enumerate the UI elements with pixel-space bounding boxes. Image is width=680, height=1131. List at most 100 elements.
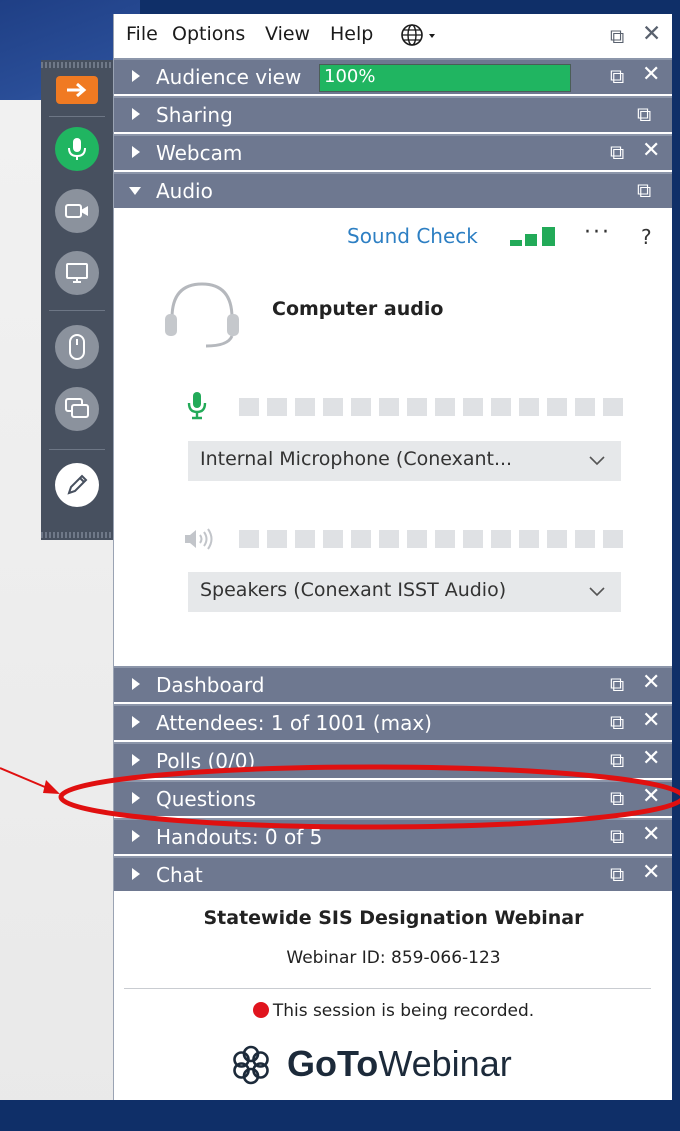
- speakers-select-value: Speakers (Conexant ISST Audio): [200, 579, 507, 601]
- popout-icon[interactable]: ⧉: [610, 748, 624, 772]
- section-questions[interactable]: Questions ⧉ ✕: [114, 780, 673, 816]
- popout-icon[interactable]: ⧉: [610, 672, 624, 696]
- menu-view[interactable]: View: [265, 23, 310, 45]
- toolbar-divider: [49, 116, 105, 117]
- close-icon[interactable]: ✕: [642, 670, 660, 695]
- popout-icon[interactable]: ⧉: [610, 862, 624, 886]
- section-chat[interactable]: Chat ⧉ ✕: [114, 856, 673, 892]
- expand-triangle-icon[interactable]: [132, 868, 140, 880]
- section-label: Handouts: 0 of 5: [156, 825, 323, 849]
- webinar-info-footer: Statewide SIS Designation Webinar Webina…: [114, 891, 673, 1100]
- collapse-panel-button[interactable]: [56, 76, 98, 104]
- audio-panel: Sound Check ··· ? Computer audio Interna…: [114, 210, 673, 666]
- section-dashboard[interactable]: Dashboard ⧉ ✕: [114, 666, 673, 702]
- microphone-icon: [187, 392, 207, 420]
- mouse-icon: [69, 334, 85, 360]
- keyboard-mouse-control-button[interactable]: [55, 325, 99, 369]
- popout-icon[interactable]: ⧉: [610, 64, 624, 88]
- microphone-icon: [68, 138, 86, 160]
- language-menu[interactable]: [399, 22, 445, 52]
- headset-icon: [165, 282, 239, 348]
- expand-triangle-icon[interactable]: [132, 146, 140, 158]
- section-label: Polls (0/0): [156, 749, 256, 773]
- popout-icon[interactable]: ⧉: [637, 102, 651, 126]
- audio-mode-label: Computer audio: [272, 298, 444, 320]
- section-handouts[interactable]: Handouts: 0 of 5 ⧉ ✕: [114, 818, 673, 854]
- recording-dot-icon: [252, 1002, 269, 1018]
- close-icon[interactable]: ✕: [642, 784, 660, 809]
- close-icon[interactable]: ✕: [642, 21, 661, 47]
- toolbar-grip-top[interactable]: [41, 62, 113, 68]
- popout-icon[interactable]: ⧉: [637, 178, 651, 202]
- more-options-button[interactable]: ···: [584, 220, 611, 245]
- expand-triangle-icon[interactable]: [132, 792, 140, 804]
- popout-icon[interactable]: ⧉: [610, 824, 624, 848]
- chat-bubbles-icon: [65, 398, 89, 418]
- screen-share-button[interactable]: [55, 251, 99, 295]
- popout-icon[interactable]: ⧉: [610, 710, 624, 734]
- chevron-down-icon: [589, 456, 605, 466]
- chevron-down-icon: [589, 587, 605, 597]
- globe-icon: [401, 24, 435, 46]
- toolbar-grip-bottom[interactable]: [41, 532, 113, 538]
- menu-bar: File Options View Help ⧉ ✕: [114, 14, 673, 58]
- close-icon[interactable]: ✕: [642, 746, 660, 771]
- section-label: Sharing: [156, 103, 233, 127]
- logo-text-regular: Webinar: [378, 1043, 512, 1084]
- window-edge: [672, 0, 680, 1131]
- close-icon[interactable]: ✕: [642, 62, 660, 87]
- drawing-tools-button[interactable]: [55, 463, 99, 507]
- expand-triangle-icon[interactable]: [132, 678, 140, 690]
- collapse-triangle-icon[interactable]: [129, 187, 141, 195]
- sound-check-link[interactable]: Sound Check: [347, 224, 478, 248]
- microphone-button[interactable]: [55, 127, 99, 171]
- webinar-id: Webinar ID: 859-066-123: [286, 948, 501, 968]
- section-label: Webcam: [156, 141, 243, 165]
- expand-triangle-icon[interactable]: [132, 716, 140, 728]
- section-label: Questions: [156, 787, 256, 811]
- close-icon[interactable]: ✕: [642, 708, 660, 733]
- audio-help-button[interactable]: ?: [641, 225, 652, 249]
- speakers-select[interactable]: Speakers (Conexant ISST Audio): [188, 572, 621, 612]
- audience-view-percent: 100%: [324, 66, 376, 87]
- recording-text: This session is being recorded.: [272, 1001, 535, 1021]
- section-audio[interactable]: Audio ⧉: [114, 172, 673, 208]
- expand-triangle-icon[interactable]: [132, 70, 140, 82]
- close-icon[interactable]: ✕: [642, 822, 660, 847]
- close-icon[interactable]: ✕: [642, 138, 660, 163]
- popout-icon[interactable]: ⧉: [610, 786, 624, 810]
- toolbar-divider: [49, 449, 105, 450]
- menu-file[interactable]: File: [126, 23, 158, 45]
- window-edge: [0, 1100, 680, 1131]
- chat-bubbles-button[interactable]: [55, 387, 99, 431]
- section-polls[interactable]: Polls (0/0) ⧉ ✕: [114, 742, 673, 778]
- toolbar-divider: [49, 310, 105, 311]
- pen-icon: [67, 474, 88, 495]
- screen-share-icon: [66, 263, 88, 283]
- speaker-icon: [185, 528, 213, 550]
- section-label: Audio: [156, 179, 213, 203]
- expand-triangle-icon[interactable]: [132, 830, 140, 842]
- recording-notice: This session is being recorded.: [114, 1001, 673, 1021]
- webcam-button[interactable]: [55, 189, 99, 233]
- menu-options[interactable]: Options: [172, 23, 245, 45]
- microphone-select[interactable]: Internal Microphone (Conexant...: [188, 441, 621, 481]
- section-label: Dashboard: [156, 673, 265, 697]
- expand-triangle-icon[interactable]: [132, 108, 140, 120]
- expand-triangle-icon[interactable]: [132, 754, 140, 766]
- gotowebinar-flower-icon: [233, 1045, 269, 1085]
- microphone-select-value: Internal Microphone (Conexant...: [200, 448, 513, 470]
- section-attendees[interactable]: Attendees: 1 of 1001 (max) ⧉ ✕: [114, 704, 673, 740]
- control-toolbar: [41, 60, 113, 540]
- close-icon[interactable]: ✕: [642, 860, 660, 885]
- audience-view-progress-bar: 100%: [319, 64, 571, 92]
- divider: [124, 988, 651, 989]
- popout-icon[interactable]: ⧉: [610, 24, 624, 48]
- section-webcam[interactable]: Webcam ⧉ ✕: [114, 134, 673, 170]
- popout-icon[interactable]: ⧉: [610, 140, 624, 164]
- webcam-icon: [65, 204, 88, 218]
- section-sharing[interactable]: Sharing ⧉: [114, 96, 673, 132]
- menu-help[interactable]: Help: [330, 23, 373, 45]
- section-label: Attendees: 1 of 1001 (max): [156, 711, 432, 735]
- section-label: Chat: [156, 863, 203, 887]
